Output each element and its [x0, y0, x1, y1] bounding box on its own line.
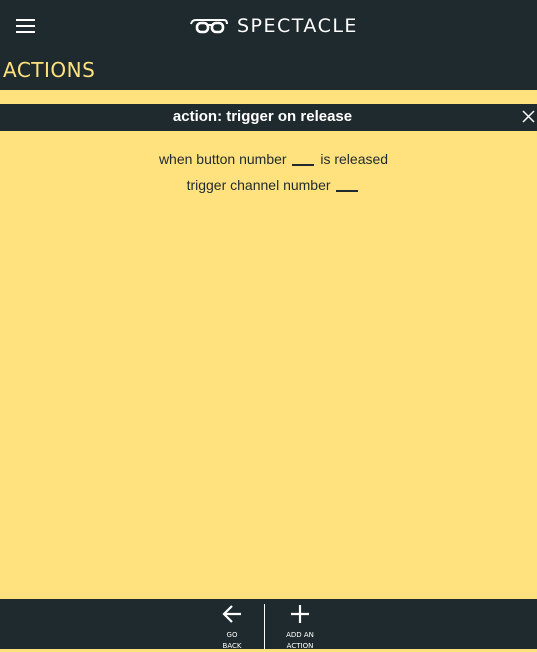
- bottom-bar: GO BACK ADD AN ACTION: [0, 599, 537, 650]
- line1-suffix: is released: [320, 151, 389, 167]
- action-body: when button number is released trigger c…: [0, 146, 537, 198]
- page-title: ACTIONS: [3, 58, 96, 82]
- plus-icon: [291, 605, 309, 623]
- arrow-left-icon: [222, 605, 241, 623]
- hamburger-icon-bar: [16, 19, 35, 21]
- action-title: action: trigger on release: [172, 108, 353, 125]
- brand: SPECTACLE: [190, 12, 358, 40]
- hamburger-icon-bar: [16, 31, 35, 33]
- menu-button[interactable]: [16, 16, 36, 38]
- top-bar: SPECTACLE ACTIONS: [0, 0, 537, 90]
- action-line-button: when button number is released: [10, 146, 537, 172]
- add-action-button[interactable]: ADD AN ACTION: [270, 599, 330, 650]
- go-back-button[interactable]: GO BACK: [202, 599, 262, 650]
- action-header: action: trigger on release: [0, 104, 537, 131]
- line2-prefix: trigger channel number: [186, 177, 331, 193]
- hamburger-icon-bar: [16, 25, 35, 27]
- divider: [264, 604, 265, 649]
- button-number-input[interactable]: [292, 150, 315, 166]
- channel-number-input[interactable]: [336, 176, 359, 192]
- close-icon[interactable]: [521, 109, 537, 125]
- brand-name: SPECTACLE: [237, 15, 358, 37]
- glasses-icon: [190, 19, 228, 34]
- line1-prefix: when button number: [158, 151, 287, 167]
- action-line-channel: trigger channel number: [10, 172, 537, 198]
